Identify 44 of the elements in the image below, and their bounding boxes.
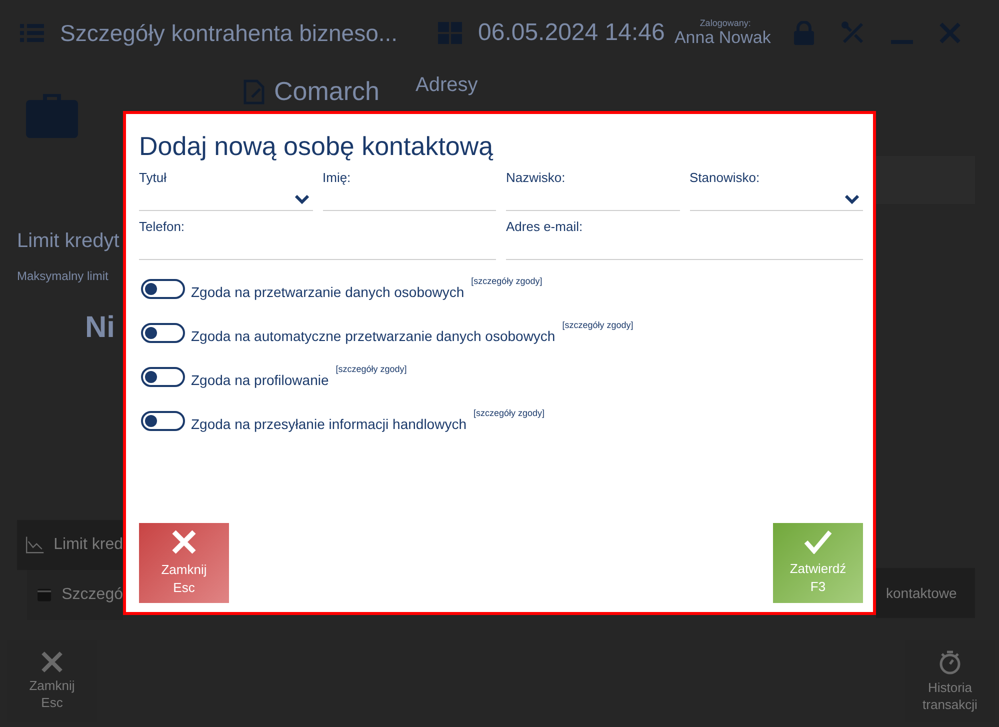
stopwatch-icon (938, 649, 962, 675)
label: Maksymalny limit (17, 269, 110, 283)
field-label: Imię: (322, 170, 352, 185)
menu-icon[interactable] (20, 23, 44, 43)
user-name: Anna Nowak (674, 28, 771, 48)
consent-label: Zgoda na profilowanie (191, 372, 329, 388)
section-tab[interactable]: kontaktowe (876, 568, 975, 618)
consent-details-link[interactable]: [szczegóły zgody] (471, 276, 542, 286)
section-title: Limit kredyt (17, 230, 120, 253)
chevron-down-icon (845, 195, 859, 205)
checkmark-icon (804, 530, 832, 554)
dialog-title: Dodaj nową osobę kontaktową (139, 131, 494, 162)
consent-details-link[interactable]: [szczegóły zgody] (336, 364, 407, 374)
confirm-button[interactable]: Zatwierdź F3 (773, 523, 863, 603)
consent-label: Zgoda na przetwarzanie danych osobowych (191, 284, 464, 300)
field-label: Stanowisko: (690, 170, 761, 185)
tab[interactable]: Adresy (415, 74, 478, 97)
field-label: Tytuł (139, 170, 168, 185)
consent-label: Zgoda na przesyłanie informacji handlowych (191, 416, 466, 432)
window-title: Szczegóły kontrahenta bizneso... (60, 20, 399, 46)
chevron-down-icon (294, 195, 308, 205)
document-edit-icon (242, 78, 266, 104)
toggle-switch[interactable] (141, 279, 185, 299)
grid-icon[interactable] (438, 22, 462, 44)
field-label: Nazwisko: (506, 170, 566, 185)
date-time: 06.05.2024 14:46 (478, 19, 665, 47)
toggle-switch[interactable] (141, 411, 185, 431)
tab[interactable]: Comarch (242, 76, 380, 107)
toggle-switch[interactable] (141, 367, 185, 387)
close-icon (41, 651, 63, 673)
section-tab[interactable]: Limit kred (17, 520, 123, 570)
value: Ni (85, 311, 116, 345)
user-caption: Zalogowany: (700, 18, 751, 28)
tools-icon[interactable] (840, 21, 865, 45)
field-label: Adres e-mail: (506, 219, 584, 234)
close-icon (171, 529, 197, 555)
close-icon[interactable] (938, 22, 961, 44)
consent-label: Zgoda na automatyczne przetwarzanie danych osobowych (191, 328, 556, 344)
close-button[interactable]: Zamknij Esc (139, 523, 229, 603)
toggle-switch[interactable] (141, 323, 185, 343)
consent-details-link[interactable]: [szczegóły zgody] (562, 320, 634, 330)
lock-icon[interactable] (792, 21, 815, 45)
consent-details-link[interactable]: [szczegóły zgody] (473, 408, 545, 418)
field-label: Telefon: (139, 219, 186, 234)
